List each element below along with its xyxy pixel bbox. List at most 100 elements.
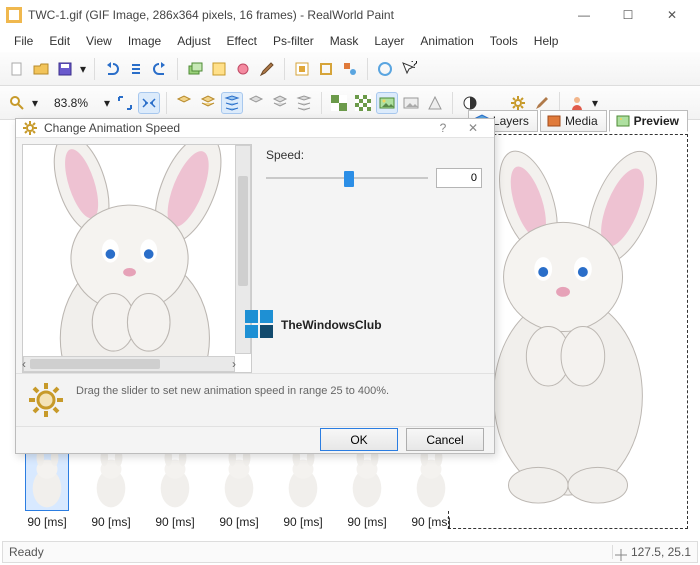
maximize-button[interactable]: ☐ [606,0,650,30]
frame-5[interactable]: 90 [ms] [278,451,328,529]
save-dropdown-icon[interactable]: ▾ [78,58,88,80]
fx-icon[interactable] [232,58,254,80]
menu-tools[interactable]: Tools [484,32,524,50]
dialog-bunny-image [23,145,251,372]
frame-7[interactable]: 90 [ms] [406,451,456,529]
toolbar-1: ▾ ? [0,52,700,86]
frame-4[interactable]: 90 [ms] [214,451,264,529]
speed-slider[interactable] [266,169,428,187]
tab-preview[interactable]: Preview [609,110,688,132]
grid1b-icon[interactable] [245,92,267,114]
menu-file[interactable]: File [8,32,39,50]
tab-media[interactable]: Media [540,110,607,132]
menu-ps-filter[interactable]: Ps-filter [267,32,320,50]
zoom-icon[interactable] [6,92,28,114]
menu-help[interactable]: Help [528,32,565,50]
1to1-icon[interactable] [138,92,160,114]
zoom-value-dropdown-icon[interactable]: ▾ [102,92,112,114]
zoom-dropdown-icon[interactable]: ▾ [30,92,40,114]
layer-new-icon[interactable] [184,58,206,80]
help-cursor-icon[interactable]: ? [398,58,420,80]
status-coord: 127.5, 25.1 [612,545,691,559]
redo-icon[interactable] [149,58,171,80]
app-icon [6,7,22,23]
frame-7-ms: 90 [ms] [411,515,450,529]
fit-icon[interactable] [114,92,136,114]
watermark-text: TheWindowsClub [281,318,382,332]
grid3-icon[interactable] [221,92,243,114]
grid3b-icon[interactable] [293,92,315,114]
frame-1-ms: 90 [ms] [27,515,66,529]
grid1-icon[interactable] [173,92,195,114]
dialog-preview: ‹› [22,144,252,373]
grid2-icon[interactable] [197,92,219,114]
checker2-icon[interactable] [352,92,374,114]
checker1-icon[interactable] [328,92,350,114]
dialog-hint: Drag the slider to set new animation spe… [16,373,494,427]
frame-2-ms: 90 [ms] [91,515,130,529]
menu-image[interactable]: Image [122,32,167,50]
save-icon[interactable] [54,58,76,80]
menu-adjust[interactable]: Adjust [171,32,216,50]
brush-icon[interactable] [256,58,278,80]
img-icon[interactable] [376,92,398,114]
alpha-icon[interactable] [424,92,446,114]
menu-edit[interactable]: Edit [43,32,76,50]
zoom-value[interactable]: 83.8% [44,96,98,110]
menu-view[interactable]: View [80,32,118,50]
shape-icon[interactable] [339,58,361,80]
frame-3-ms: 90 [ms] [155,515,194,529]
hint-text: Drag the slider to set new animation spe… [76,380,389,399]
ok-button[interactable]: OK [320,428,398,451]
dialog-help-button[interactable]: ? [428,121,458,135]
select-icon[interactable] [291,58,313,80]
dialog-change-animation-speed: Change Animation Speed ? ✕ ‹› Speed: [15,118,495,454]
new-icon[interactable] [6,58,28,80]
minimize-button[interactable]: — [562,0,606,30]
dialog-title: Change Animation Speed [44,121,428,135]
frames-strip: 90 [ms] 90 [ms] 90 [ms] 90 [ms] 90 [ms] … [22,445,456,529]
tab-preview-label: Preview [634,114,679,128]
statusbar: Ready 127.5, 25.1 [2,541,698,563]
menu-mask[interactable]: Mask [324,32,365,50]
hint-gear-icon [26,380,66,420]
frame-6-ms: 90 [ms] [347,515,386,529]
dialog-preview-hscroll[interactable]: ‹› [23,356,235,372]
cancel-button[interactable]: Cancel [406,428,484,451]
menu-effect[interactable]: Effect [221,32,263,50]
frame-2[interactable]: 90 [ms] [86,451,136,529]
close-button[interactable]: ✕ [650,0,694,30]
menubar: File Edit View Image Adjust Effect Ps-fi… [0,30,700,52]
titlebar: TWC-1.gif (GIF Image, 286x364 pixels, 16… [0,0,700,30]
grid2b-icon[interactable] [269,92,291,114]
speed-label: Speed: [266,148,482,162]
open-icon[interactable] [30,58,52,80]
panel-tabs: Layers Media Preview [468,110,688,132]
picker-icon[interactable] [374,58,396,80]
frame-4-ms: 90 [ms] [219,515,258,529]
status-ready: Ready [9,545,44,559]
crosshair-icon [615,549,627,561]
watermark-logo-icon [245,310,275,340]
mask-icon[interactable] [400,92,422,114]
speed-value-input[interactable] [436,168,482,188]
undo-icon[interactable] [101,58,123,80]
frame-3[interactable]: 90 [ms] [150,451,200,529]
dialog-gear-icon [22,120,38,136]
layer-style-icon[interactable] [208,58,230,80]
undo-list-icon[interactable] [125,58,147,80]
tab-layers-label: Layers [493,114,529,128]
svg-text:?: ? [411,61,417,71]
menu-animation[interactable]: Animation [414,32,479,50]
frame-5-ms: 90 [ms] [283,515,322,529]
frame-1[interactable]: 90 [ms] [22,451,72,529]
dialog-buttons: OK Cancel [16,427,494,453]
menu-layer[interactable]: Layer [368,32,410,50]
media-icon [547,114,561,128]
watermark: TheWindowsClub [245,310,382,340]
window-title: TWC-1.gif (GIF Image, 286x364 pixels, 16… [22,8,562,22]
crop-icon[interactable] [315,58,337,80]
dialog-close-button[interactable]: ✕ [458,121,488,135]
dialog-titlebar: Change Animation Speed ? ✕ [16,119,494,138]
frame-6[interactable]: 90 [ms] [342,451,392,529]
